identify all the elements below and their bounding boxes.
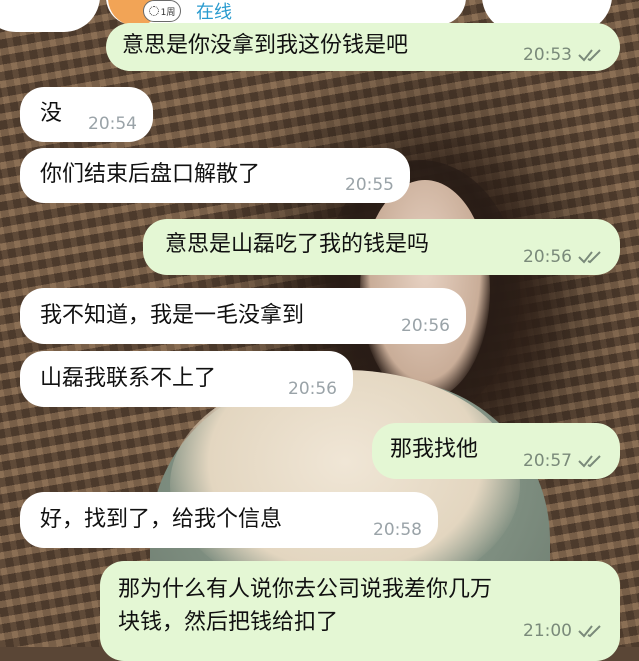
message-time: 20:58 — [373, 520, 422, 540]
message-time: 20:53 — [523, 45, 572, 65]
timer-icon — [148, 6, 159, 16]
message-time: 20:54 — [88, 114, 137, 134]
double-check-icon — [578, 49, 601, 62]
message-text-line-2: 块钱，然后把钱给扣了 — [118, 610, 339, 635]
message-text: 我不知道，我是一毛没拿到 — [40, 303, 305, 328]
message-time: 20:57 — [523, 451, 572, 471]
double-check-icon — [578, 625, 601, 638]
message-time: 20:56 — [288, 379, 337, 399]
message-bubble-outgoing[interactable]: 意思是山磊吃了我的钱是吗 20:56 — [143, 219, 620, 275]
message-text: 好，找到了，给我个信息 — [40, 507, 283, 532]
message-text: 意思是你没拿到我这份钱是吧 — [122, 33, 409, 58]
message-time: 20:55 — [345, 175, 394, 195]
message-bubble-outgoing[interactable]: 那我找他 20:57 — [372, 423, 620, 479]
badge-text: 1周 — [160, 7, 176, 18]
online-status: 在线 — [196, 2, 232, 23]
message-bubble-incoming[interactable]: 没 20:54 — [20, 87, 153, 142]
message-text: 山磊我联系不上了 — [40, 366, 217, 391]
message-text: 那我找他 — [390, 437, 479, 462]
message-time: 21:00 — [523, 621, 572, 641]
status-badge: 1周 — [143, 0, 181, 22]
message-time: 20:56 — [401, 316, 450, 336]
message-bubble-incoming[interactable]: 我不知道，我是一毛没拿到 20:56 — [20, 288, 466, 344]
message-text: 你们结束后盘口解散了 — [40, 162, 261, 187]
message-text: 意思是山磊吃了我的钱是吗 — [165, 232, 430, 257]
message-bubble-outgoing[interactable]: 那为什么有人说你去公司说我差你几万 块钱，然后把钱给扣了 21:00 — [100, 561, 620, 661]
message-text: 没 — [40, 101, 63, 126]
message-bubble-incoming[interactable]: 你们结束后盘口解散了 20:55 — [20, 148, 410, 203]
message-bubble-incoming[interactable]: 好，找到了，给我个信息 20:58 — [20, 492, 438, 548]
message-bubble-incoming[interactable]: 山磊我联系不上了 20:56 — [20, 351, 353, 407]
message-text-line-1: 那为什么有人说你去公司说我差你几万 — [118, 577, 493, 602]
double-check-icon — [578, 251, 601, 264]
double-check-icon — [578, 455, 601, 468]
message-time: 20:56 — [523, 247, 572, 267]
message-bubble-outgoing[interactable]: 意思是你没拿到我这份钱是吧 20:53 — [106, 23, 620, 71]
